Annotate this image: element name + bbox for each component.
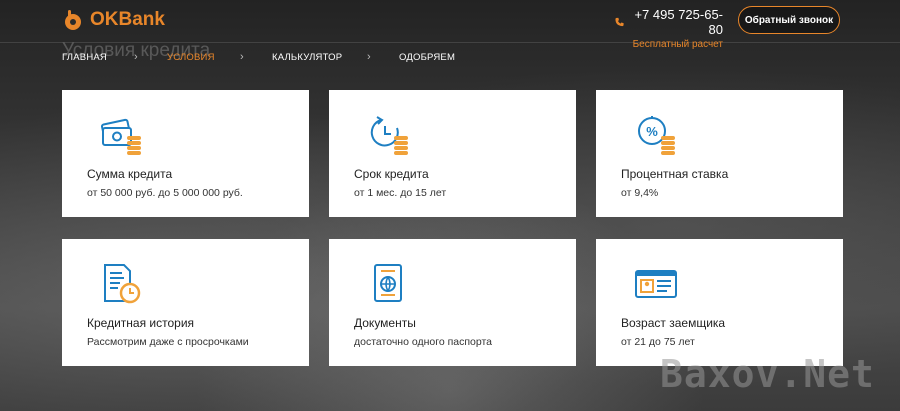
breadcrumb-approve[interactable]: ОДОБРЯЕМ xyxy=(399,52,455,63)
logo-icon xyxy=(65,10,81,30)
phone-block: +7 495 725-65-80 Бесплатный расчет xyxy=(615,7,723,50)
card-borrower-age: Возраст заемщика от 21 до 75 лет xyxy=(596,239,843,366)
card-title: Срок кредита xyxy=(354,167,429,181)
card-loan-amount: Сумма кредита от 50 000 руб. до 5 000 00… xyxy=(62,90,309,217)
card-title: Документы xyxy=(354,316,416,330)
callback-button[interactable]: Обратный звонок xyxy=(738,6,840,34)
card-text: Рассмотрим даже с просрочками xyxy=(87,336,249,348)
site-header: OKBank +7 495 725-65-80 Бесплатный расче… xyxy=(0,0,900,50)
logo[interactable]: OKBank xyxy=(62,9,165,31)
percent-icon: % xyxy=(638,116,675,155)
card-text: от 1 мес. до 15 лет xyxy=(354,187,447,199)
card-title: Процентная ставка xyxy=(621,167,729,181)
phone-number[interactable]: +7 495 725-65-80 xyxy=(630,7,723,37)
breadcrumb: ГЛАВНАЯ › УСЛОВИЯ › КАЛЬКУЛЯТОР › ОДОБРЯ… xyxy=(62,51,482,66)
card-title: Кредитная история xyxy=(87,316,195,330)
card-text: достаточно одного паспорта xyxy=(354,336,493,348)
history-document-icon xyxy=(104,264,141,304)
logo-text: OKBank xyxy=(90,9,165,30)
chevron-right-icon: › xyxy=(367,51,371,63)
svg-text:%: % xyxy=(646,124,658,139)
card-text: от 50 000 руб. до 5 000 000 руб. xyxy=(87,187,243,199)
phone-note: Бесплатный расчет xyxy=(632,39,723,50)
card-loan-term: Срок кредита от 1 мес. до 15 лет xyxy=(329,90,576,217)
card-interest-rate: % Процентная ставка от 9,4% xyxy=(596,90,843,217)
card-title: Возраст заемщика xyxy=(621,316,726,330)
id-card-icon xyxy=(635,270,677,298)
breadcrumb-terms[interactable]: УСЛОВИЯ xyxy=(167,52,215,63)
watermark: Baxov.Net xyxy=(660,352,875,396)
card-text: от 21 до 75 лет xyxy=(621,336,695,348)
chevron-right-icon: › xyxy=(240,51,244,63)
breadcrumb-calculator[interactable]: КАЛЬКУЛЯТОР xyxy=(272,52,342,63)
breadcrumb-home[interactable]: ГЛАВНАЯ xyxy=(62,52,107,63)
chevron-right-icon: › xyxy=(134,51,138,63)
card-credit-history: Кредитная история Рассмотрим даже с прос… xyxy=(62,239,309,366)
card-text: от 9,4% xyxy=(621,187,659,199)
phone-icon xyxy=(615,17,624,27)
term-clock-icon xyxy=(370,116,408,155)
money-icon xyxy=(100,118,141,155)
card-title: Сумма кредита xyxy=(87,167,173,181)
passport-icon xyxy=(374,264,402,302)
card-documents: Документы достаточно одного паспорта xyxy=(329,239,576,366)
